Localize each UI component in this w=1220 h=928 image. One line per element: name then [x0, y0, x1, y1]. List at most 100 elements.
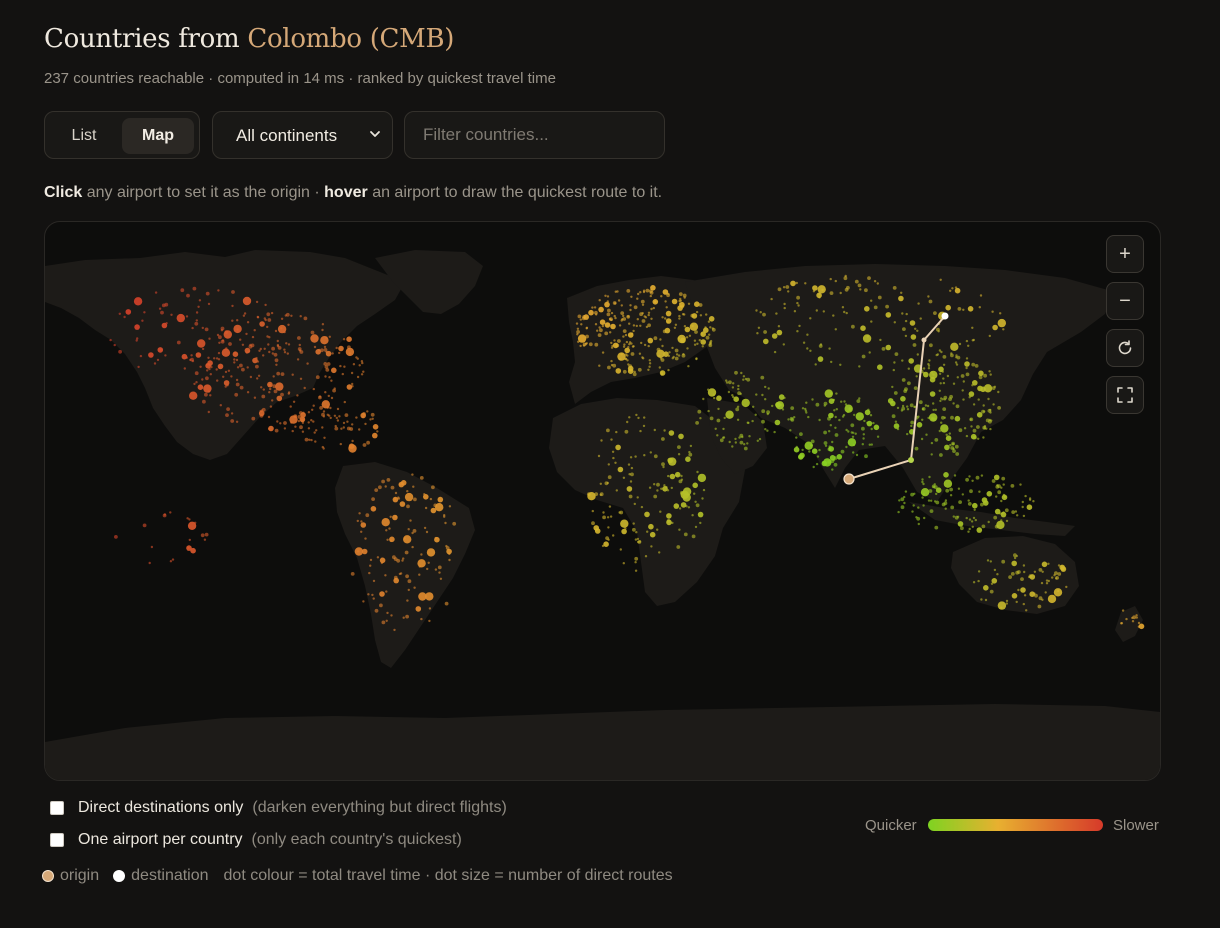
airport-dot[interactable]: [1021, 500, 1024, 504]
airport-dot[interactable]: [945, 435, 952, 441]
airport-dot[interactable]: [371, 417, 374, 420]
airport-dot[interactable]: [652, 299, 659, 305]
airport-dot[interactable]: [677, 453, 681, 456]
airport-dot[interactable]: [840, 400, 843, 403]
airport-dot[interactable]: [801, 407, 805, 410]
airport-dot[interactable]: [954, 444, 959, 449]
airport-dot[interactable]: [773, 350, 777, 354]
airport-dot[interactable]: [678, 314, 681, 318]
airport-dot[interactable]: [696, 342, 699, 345]
airport-dot[interactable]: [427, 561, 430, 564]
airport-dot[interactable]: [139, 354, 143, 358]
airport-dot[interactable]: [242, 296, 252, 306]
airport-dot[interactable]: [1020, 577, 1024, 581]
airport-dot[interactable]: [1005, 602, 1008, 605]
airport-dot[interactable]: [372, 597, 375, 600]
airport-dot[interactable]: [439, 577, 443, 580]
airport-dot[interactable]: [632, 527, 636, 532]
airport-dot[interactable]: [402, 616, 405, 619]
airport-dot[interactable]: [758, 437, 762, 441]
airport-dot[interactable]: [702, 488, 706, 492]
airport-dot[interactable]: [207, 410, 210, 414]
airport-dot[interactable]: [452, 521, 457, 526]
airport-dot[interactable]: [216, 333, 220, 337]
airport-dot[interactable]: [284, 314, 287, 317]
airport-dot[interactable]: [190, 354, 193, 357]
airport-dot[interactable]: [665, 306, 668, 309]
airport-dot[interactable]: [1020, 587, 1026, 593]
airport-dot[interactable]: [935, 353, 938, 357]
airport-dot[interactable]: [989, 427, 992, 431]
airport-dot[interactable]: [664, 317, 667, 320]
airport-dot[interactable]: [957, 521, 964, 527]
airport-dot[interactable]: [644, 511, 650, 518]
airport-dot[interactable]: [796, 301, 799, 305]
airport-dot[interactable]: [916, 353, 919, 356]
airport-dot[interactable]: [817, 285, 826, 294]
airport-dot[interactable]: [321, 412, 325, 417]
airport-dot[interactable]: [1135, 614, 1138, 617]
airport-dot[interactable]: [202, 399, 206, 404]
airport-dot[interactable]: [594, 492, 599, 496]
airport-dot[interactable]: [775, 312, 778, 315]
airport-dot[interactable]: [598, 364, 601, 367]
airport-dot[interactable]: [898, 499, 901, 502]
airport-dot[interactable]: [639, 312, 643, 317]
airport-dot[interactable]: [343, 400, 346, 404]
airport-dot[interactable]: [644, 316, 648, 319]
airport-dot[interactable]: [1005, 519, 1009, 523]
airport-dot[interactable]: [978, 306, 981, 309]
airport-dot[interactable]: [734, 370, 738, 375]
airport-dot[interactable]: [648, 523, 654, 530]
airport-dot[interactable]: [443, 514, 446, 517]
airport-dot[interactable]: [807, 415, 810, 419]
airport-dot[interactable]: [901, 406, 906, 411]
airport-dot[interactable]: [740, 371, 743, 375]
airport-dot[interactable]: [739, 440, 744, 445]
airport-dot[interactable]: [936, 327, 940, 332]
airport-dot[interactable]: [1038, 568, 1043, 572]
airport-dot[interactable]: [386, 478, 391, 482]
airport-dot[interactable]: [761, 409, 766, 414]
airport-dot[interactable]: [950, 353, 954, 358]
airport-dot[interactable]: [195, 311, 199, 314]
airport-dot[interactable]: [645, 288, 650, 293]
airport-dot[interactable]: [301, 430, 305, 433]
airport-dot[interactable]: [808, 450, 811, 453]
airport-dot[interactable]: [652, 306, 655, 310]
airport-dot[interactable]: [273, 352, 278, 357]
airport-dot[interactable]: [256, 360, 260, 363]
airport-dot[interactable]: [340, 427, 343, 430]
airport-dot[interactable]: [965, 372, 970, 377]
airport-dot[interactable]: [735, 407, 740, 412]
airport-dot[interactable]: [335, 346, 338, 350]
airport-dot[interactable]: [334, 426, 339, 431]
airport-dot[interactable]: [922, 493, 926, 496]
airport-dot[interactable]: [790, 406, 795, 410]
airport-dot[interactable]: [887, 314, 890, 318]
airport-dot[interactable]: [737, 384, 740, 388]
airport-dot[interactable]: [905, 312, 908, 316]
airport-dot[interactable]: [419, 476, 424, 480]
airport-dot[interactable]: [615, 430, 618, 434]
airport-dot[interactable]: [606, 295, 610, 298]
airport-dot[interactable]: [267, 415, 271, 419]
airport-dot[interactable]: [952, 382, 956, 385]
airport-dot[interactable]: [942, 363, 946, 366]
airport-dot[interactable]: [329, 406, 332, 410]
airport-dot[interactable]: [189, 358, 192, 362]
airport-dot[interactable]: [200, 533, 205, 538]
airport-dot[interactable]: [949, 443, 952, 447]
airport-dot[interactable]: [330, 396, 334, 400]
airport-dot[interactable]: [407, 588, 410, 592]
airport-dot[interactable]: [766, 429, 769, 432]
airport-dot[interactable]: [650, 317, 653, 320]
airport-dot[interactable]: [267, 318, 272, 322]
airport-dot[interactable]: [411, 545, 414, 549]
airport-dot[interactable]: [958, 500, 962, 504]
airport-dot[interactable]: [887, 398, 894, 404]
airport-dot[interactable]: [384, 574, 387, 577]
airport-dot[interactable]: [771, 333, 778, 339]
airport-dot[interactable]: [675, 353, 679, 356]
airport-dot[interactable]: [683, 532, 688, 537]
